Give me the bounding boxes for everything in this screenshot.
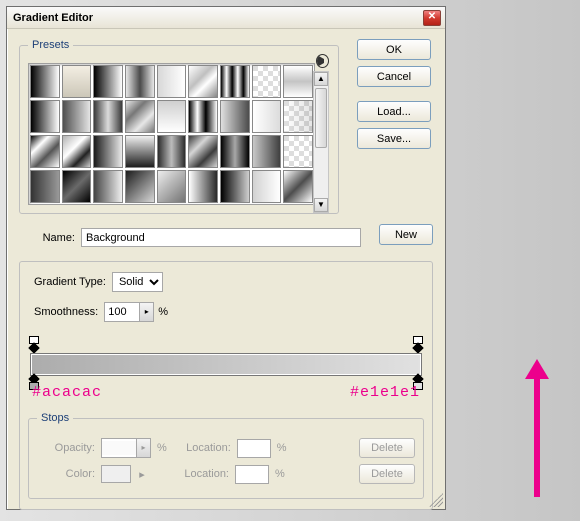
preset-swatch[interactable] — [252, 170, 282, 203]
color-stop-row: Color: ▸ Location: % Delete — [37, 464, 415, 484]
delete-color-stop-button: Delete — [359, 464, 415, 484]
smoothness-stepper[interactable]: ▸ — [104, 302, 154, 322]
annotation-left-hex: #acacac — [32, 384, 102, 401]
scroll-down-icon[interactable]: ▼ — [314, 198, 328, 212]
gradient-type-label: Gradient Type: — [34, 276, 106, 288]
scroll-thumb[interactable] — [315, 88, 327, 148]
new-button[interactable]: New — [379, 224, 433, 245]
preset-swatch[interactable] — [93, 65, 123, 98]
preset-swatch[interactable] — [62, 170, 92, 203]
color-label: Color: — [37, 468, 95, 480]
preset-swatch[interactable] — [252, 135, 282, 168]
preset-swatch[interactable] — [125, 100, 155, 133]
preset-swatch[interactable] — [252, 65, 282, 98]
dialog-title: Gradient Editor — [13, 12, 423, 24]
name-label: Name: — [19, 232, 75, 244]
preset-swatch[interactable] — [220, 65, 250, 98]
preset-swatch[interactable] — [220, 100, 250, 133]
ok-button[interactable]: OK — [357, 39, 431, 60]
save-button[interactable]: Save... — [357, 128, 431, 149]
titlebar[interactable]: Gradient Editor ✕ — [7, 7, 445, 29]
opacity-label: Opacity: — [37, 442, 95, 454]
opacity-stepper: ▸ — [101, 438, 151, 458]
opacity-location-unit: % — [277, 442, 287, 454]
preset-swatch[interactable] — [283, 65, 313, 98]
close-button[interactable]: ✕ — [423, 10, 441, 26]
preset-swatch[interactable] — [188, 135, 218, 168]
preset-swatch[interactable] — [30, 170, 60, 203]
presets-group: Presets ▲ ▼ — [19, 39, 339, 214]
preset-swatch[interactable] — [30, 100, 60, 133]
annotation-arrow-icon — [534, 377, 540, 497]
opacity-stop-right[interactable] — [412, 336, 424, 353]
delete-opacity-stop-button: Delete — [359, 438, 415, 458]
chevron-right-icon[interactable]: ▸ — [139, 303, 153, 321]
gradient-bar[interactable] — [30, 353, 422, 376]
opacity-input — [102, 441, 136, 455]
cancel-button[interactable]: Cancel — [357, 66, 431, 87]
chevron-right-icon: ▸ — [137, 468, 147, 481]
dialog-content: OK Cancel Load... Save... Presets ▲ ▼ Na… — [7, 29, 445, 520]
preset-swatch[interactable] — [283, 100, 313, 133]
presets-grid[interactable] — [28, 63, 315, 205]
opacity-stop-row: Opacity: ▸ % Location: % Delete — [37, 438, 415, 458]
smoothness-unit: % — [158, 306, 168, 318]
load-button[interactable]: Load... — [357, 101, 431, 122]
preset-swatch[interactable] — [62, 100, 92, 133]
resize-grip-icon[interactable] — [429, 493, 443, 507]
color-swatch — [101, 465, 131, 483]
opacity-location-label: Location: — [173, 442, 231, 454]
name-input[interactable] — [81, 228, 361, 247]
opacity-unit: % — [157, 442, 167, 454]
color-location-label: Location: — [171, 468, 229, 480]
name-row: Name: New — [19, 224, 433, 251]
preset-swatch[interactable] — [125, 135, 155, 168]
gradient-type-group: Gradient Type: Solid Smoothness: ▸ % — [19, 261, 433, 510]
preset-swatch[interactable] — [157, 65, 187, 98]
preset-swatch[interactable] — [220, 135, 250, 168]
preset-swatch[interactable] — [125, 65, 155, 98]
preset-swatch[interactable] — [188, 170, 218, 203]
annotation-right-hex: #e1e1e1 — [350, 384, 420, 401]
preset-swatch[interactable] — [252, 100, 282, 133]
stops-legend: Stops — [37, 412, 73, 424]
preset-swatch[interactable] — [283, 170, 313, 203]
preset-swatch[interactable] — [220, 170, 250, 203]
preset-swatch[interactable] — [30, 65, 60, 98]
gradient-editor-dialog: Gradient Editor ✕ OK Cancel Load... Save… — [6, 6, 446, 510]
chevron-right-icon: ▸ — [136, 439, 150, 457]
smoothness-label: Smoothness: — [34, 306, 98, 318]
preset-swatch[interactable] — [30, 135, 60, 168]
action-buttons: OK Cancel Load... Save... — [357, 39, 431, 155]
preset-swatch[interactable] — [157, 100, 187, 133]
stops-group: Stops Opacity: ▸ % Location: % Delete Co… — [28, 412, 424, 499]
opacity-stop-left[interactable] — [28, 336, 40, 353]
preset-swatch[interactable] — [93, 100, 123, 133]
color-location-input — [235, 465, 269, 484]
preset-swatch[interactable] — [157, 170, 187, 203]
close-icon: ✕ — [428, 11, 436, 22]
preset-swatch[interactable] — [62, 65, 92, 98]
gradient-editor-track: #acacac #e1e1e1 — [28, 336, 424, 390]
preset-swatch[interactable] — [188, 100, 218, 133]
opacity-location-input — [237, 439, 271, 458]
scroll-up-icon[interactable]: ▲ — [314, 72, 328, 86]
preset-swatch[interactable] — [157, 135, 187, 168]
preset-swatch[interactable] — [125, 170, 155, 203]
gradient-type-select[interactable]: Solid — [112, 272, 163, 292]
preset-swatch[interactable] — [93, 135, 123, 168]
preset-swatch[interactable] — [283, 135, 313, 168]
presets-scrollbar[interactable]: ▲ ▼ — [313, 71, 329, 213]
preset-swatch[interactable] — [188, 65, 218, 98]
smoothness-input[interactable] — [105, 305, 139, 319]
presets-menu-button[interactable] — [317, 55, 328, 70]
preset-swatch[interactable] — [93, 170, 123, 203]
presets-legend: Presets — [28, 39, 73, 51]
color-location-unit: % — [275, 468, 285, 480]
flyout-menu-icon — [317, 55, 328, 67]
preset-swatch[interactable] — [62, 135, 92, 168]
